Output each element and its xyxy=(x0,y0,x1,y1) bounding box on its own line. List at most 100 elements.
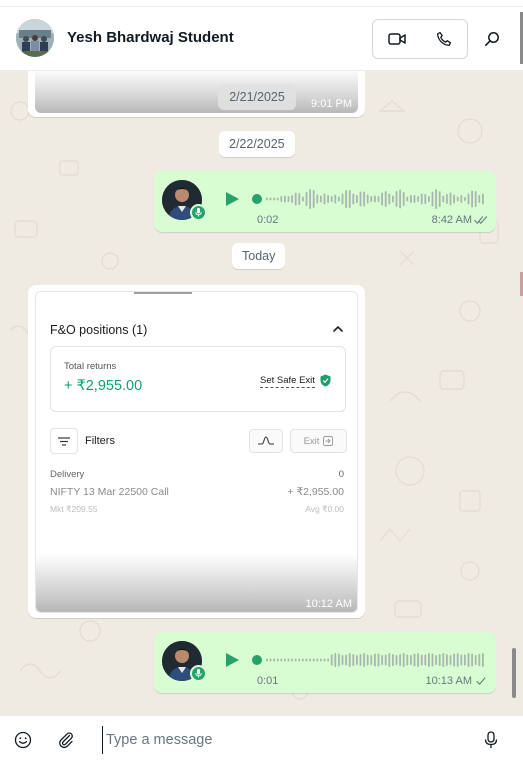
attach-icon xyxy=(59,732,73,749)
date-divider: Today xyxy=(232,243,286,269)
image-thumbnail[interactable] xyxy=(35,71,358,113)
waveform-bar xyxy=(413,653,416,667)
waveform-bar xyxy=(410,195,412,203)
waveform-bar xyxy=(449,655,452,665)
image-thumbnail[interactable]: F&O positions (1) Total returns + ₹2,955… xyxy=(35,291,358,613)
voice-record-button[interactable] xyxy=(481,730,501,750)
playback-knob[interactable] xyxy=(252,194,262,204)
message-input[interactable] xyxy=(102,726,462,754)
waveform-bar xyxy=(417,653,419,667)
waveform-bar xyxy=(478,654,481,666)
waveform-bar xyxy=(320,658,322,662)
waveform-bar xyxy=(291,195,293,203)
waveform-bar xyxy=(345,190,347,208)
sheet-handle xyxy=(134,292,192,294)
filters-label: Filters xyxy=(85,435,115,447)
delivery-count: 0 xyxy=(338,469,344,480)
waveform-bar xyxy=(442,653,445,667)
waveform-bar xyxy=(435,189,437,209)
waveform-bar xyxy=(399,654,401,666)
contact-avatar[interactable] xyxy=(16,19,54,57)
waveform-bar xyxy=(381,192,383,206)
waveform-bar xyxy=(366,194,369,204)
position-name: NIFTY 13 Mar 22500 Call xyxy=(50,486,169,498)
image-message[interactable]: F&O positions (1) Total returns + ₹2,955… xyxy=(28,285,365,618)
single-check-sent-icon xyxy=(476,677,486,686)
waveform-bar xyxy=(330,196,333,202)
audio-waveform[interactable] xyxy=(252,186,488,212)
waveform-bar xyxy=(471,653,473,667)
window-top-strip xyxy=(0,0,523,7)
message-time: 10:13 AM xyxy=(425,675,472,687)
waveform-bar xyxy=(402,192,405,206)
waveform-bar xyxy=(388,193,391,205)
payoff-graph-icon xyxy=(258,436,274,445)
waveform-bar xyxy=(305,658,308,662)
waveform-bar xyxy=(327,658,329,662)
play-icon[interactable] xyxy=(224,652,240,668)
chat-scrollbar[interactable] xyxy=(512,648,516,698)
waveform-bar xyxy=(395,655,398,665)
filter-button xyxy=(50,428,78,454)
waveform-bar xyxy=(395,191,398,207)
waveform-bar xyxy=(309,658,311,662)
waveform-bar xyxy=(374,653,376,667)
waveform-bar xyxy=(467,653,470,667)
exit-button: Exit xyxy=(290,429,347,453)
voice-call-button[interactable] xyxy=(420,20,467,58)
waveform-bar xyxy=(298,658,301,662)
shield-icon xyxy=(320,374,331,387)
voice-message[interactable]: ~ 0:02 8:42 AM xyxy=(154,171,496,232)
waveform-bar xyxy=(482,653,484,667)
position-market-price: Mkt ₹209.55 xyxy=(50,504,98,514)
waveform-bar xyxy=(330,654,333,666)
double-check-read-icon xyxy=(474,216,488,225)
waveform-bar xyxy=(381,655,383,665)
waveform-bar xyxy=(413,195,416,203)
waveform-bar xyxy=(435,655,437,665)
voice-message[interactable]: 0:01 10:13 AM xyxy=(154,632,496,693)
waveform-bar xyxy=(287,658,290,662)
waveform-bar xyxy=(392,195,394,203)
waveform-bar xyxy=(305,192,308,206)
waveform-bar xyxy=(316,194,319,204)
waveform-bar xyxy=(370,655,373,665)
voice-duration: 0:01 xyxy=(257,675,279,687)
waveform-bar xyxy=(406,654,409,666)
play-icon[interactable] xyxy=(224,191,240,207)
waveform-bar xyxy=(370,196,373,202)
message-time: 8:42 AM xyxy=(431,214,472,226)
waveform-bar xyxy=(284,658,286,662)
waveform-bar xyxy=(460,654,463,666)
waveform-bar xyxy=(402,653,405,667)
waveform-bar xyxy=(471,190,473,208)
waveform-bar xyxy=(359,654,362,666)
waveform-bar xyxy=(291,658,293,662)
waveform-bar xyxy=(338,653,340,667)
video-call-button[interactable] xyxy=(373,20,420,58)
waveform-bar xyxy=(273,197,275,201)
waveform-bar xyxy=(460,195,463,203)
filter-icon xyxy=(58,436,70,446)
waveform-bar xyxy=(316,658,319,662)
waveform-bar xyxy=(474,655,477,665)
playback-knob[interactable] xyxy=(252,655,262,665)
delivery-section-label: Delivery xyxy=(50,469,85,480)
waveform-bar xyxy=(345,654,347,666)
payoff-graph-button xyxy=(249,429,283,453)
waveform-bar xyxy=(312,190,315,208)
emoji-button[interactable] xyxy=(13,730,33,750)
contact-name[interactable]: Yesh Bhardwaj Student xyxy=(67,29,234,46)
image-message[interactable]: 2/21/2025 9:01 PM xyxy=(28,71,365,117)
waveform-bar xyxy=(280,658,283,662)
message-composer xyxy=(0,715,523,763)
mic-badge-icon xyxy=(190,665,207,682)
waveform-bar xyxy=(399,189,401,209)
audio-waveform[interactable] xyxy=(252,647,488,673)
waveform-bar xyxy=(456,653,459,667)
search-button[interactable] xyxy=(480,27,504,51)
waveform-bar xyxy=(420,193,423,205)
waveform-bar xyxy=(446,194,448,204)
waveform-bar xyxy=(384,654,387,666)
attach-button[interactable] xyxy=(56,730,76,750)
